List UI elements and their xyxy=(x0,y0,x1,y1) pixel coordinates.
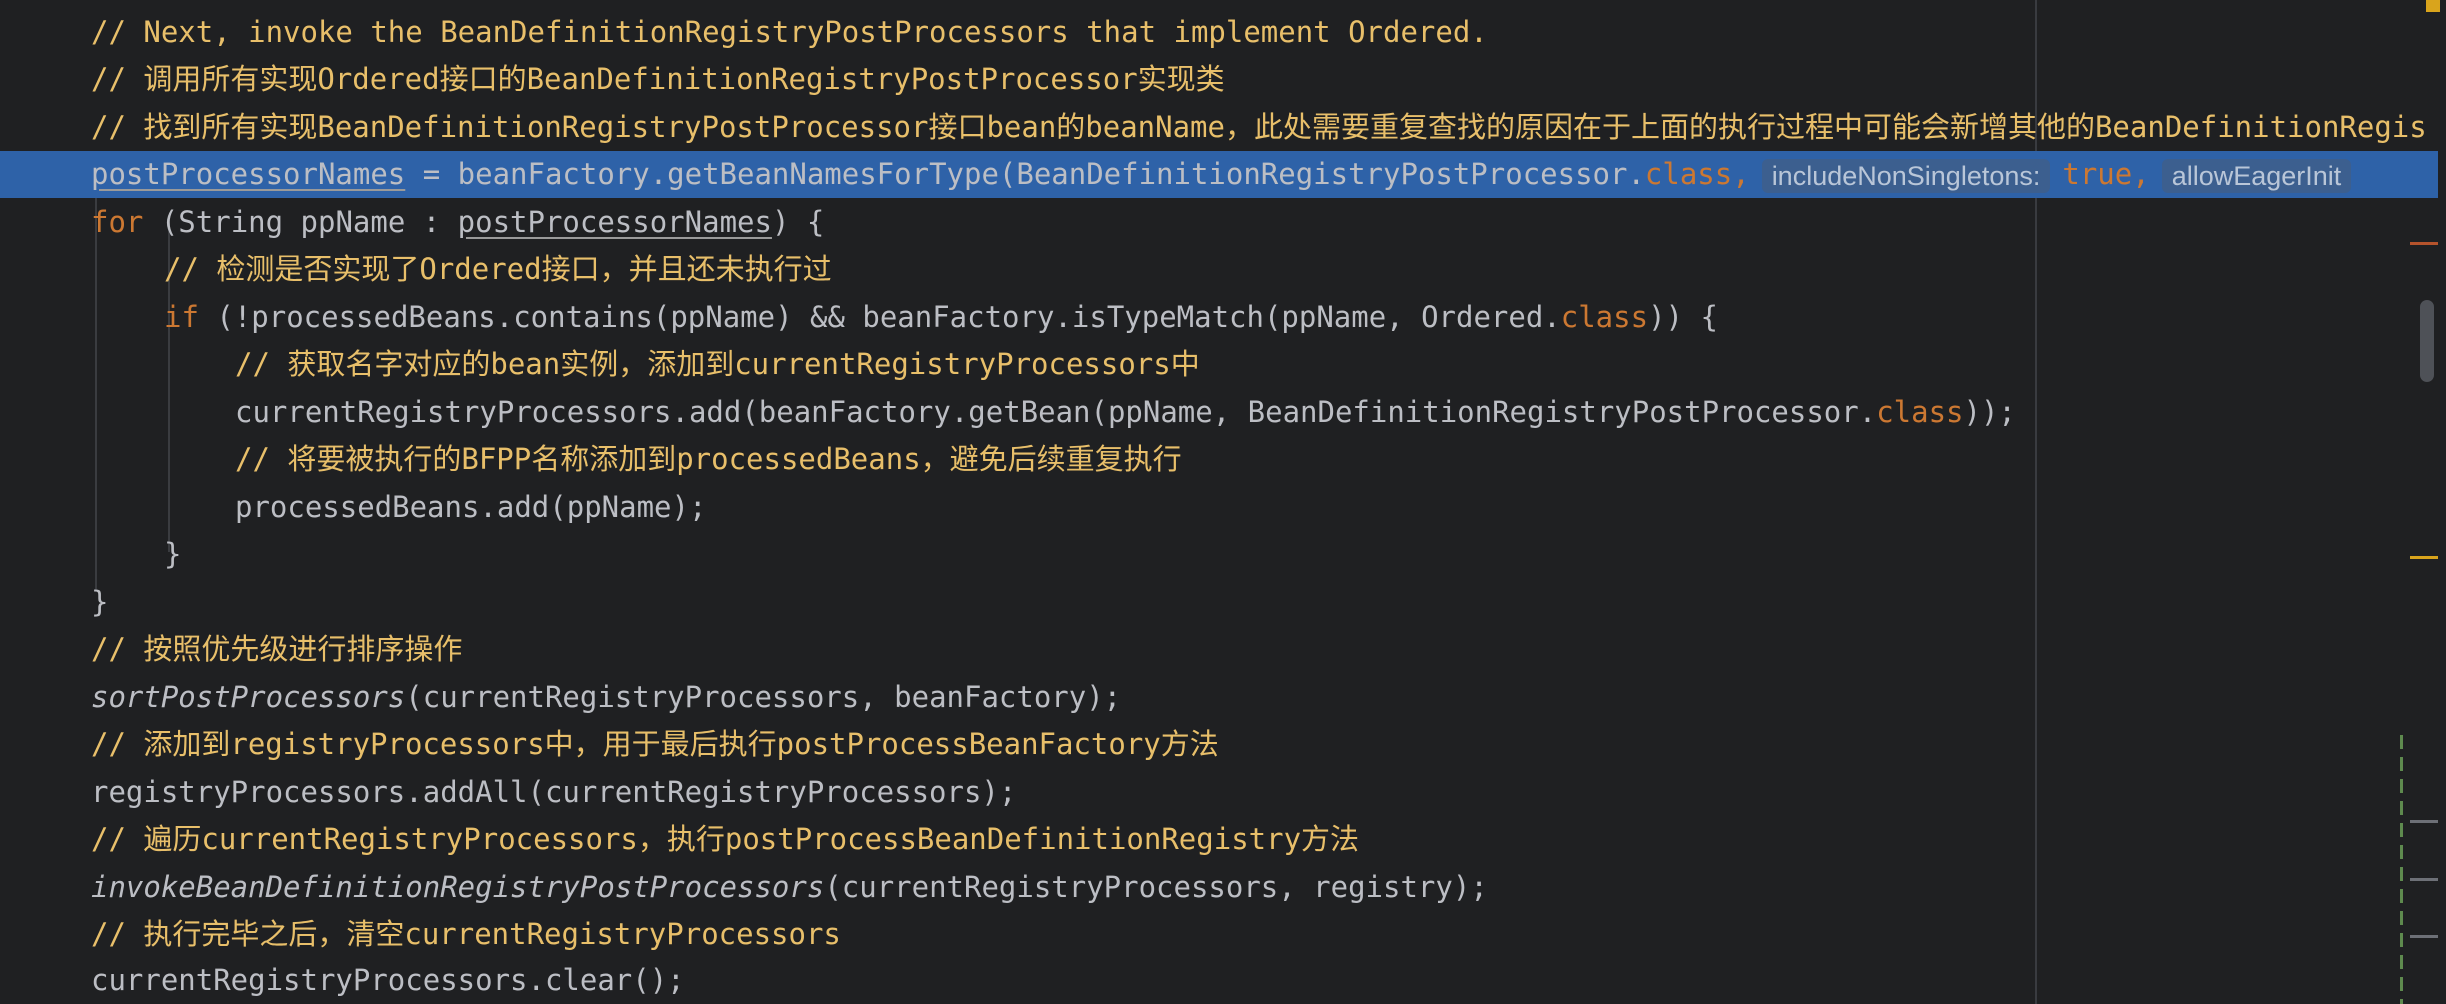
code-line[interactable]: // 获取名字对应的bean实例，添加到currentRegistryProce… xyxy=(0,341,2438,388)
code-line[interactable]: sortPostProcessors(currentRegistryProces… xyxy=(0,674,2438,721)
code-token: (String ppName : xyxy=(143,205,458,239)
code-comment: // Next, invoke the BeanDefinitionRegist… xyxy=(91,15,1488,49)
code-comment: // 检测是否实现了Ordered接口，并且还未执行过 xyxy=(164,252,832,286)
code-line[interactable]: // 调用所有实现Ordered接口的BeanDefinitionRegistr… xyxy=(0,56,2438,103)
code-line[interactable]: currentRegistryProcessors.add(beanFactor… xyxy=(0,389,2438,436)
error-stripe-marker[interactable] xyxy=(2410,935,2438,938)
error-stripe-marker[interactable] xyxy=(2410,878,2438,881)
punctuation-token: , xyxy=(2132,157,2150,191)
keyword-token: if xyxy=(164,300,199,334)
keyword-token: class xyxy=(1560,300,1649,334)
variable-token[interactable]: postProcessorNames xyxy=(91,157,405,191)
code-token: currentRegistryProcessors.add(beanFactor… xyxy=(235,395,1877,429)
error-stripe-marker[interactable] xyxy=(2410,242,2438,245)
code-token: (currentRegistryProcessors, beanFactory)… xyxy=(405,680,1122,714)
code-line[interactable]: } xyxy=(0,531,2438,578)
error-stripe-marker[interactable] xyxy=(2410,556,2438,559)
code-line[interactable]: // Next, invoke the BeanDefinitionRegist… xyxy=(0,9,2438,56)
code-comment: // 遍历currentRegistryProcessors，执行postPro… xyxy=(91,822,1360,856)
scrollbar-thumb[interactable] xyxy=(2420,300,2434,382)
code-statement: currentRegistryProcessors.clear(); xyxy=(91,963,685,997)
code-line[interactable]: currentRegistryProcessors.clear(); xyxy=(0,957,2438,1004)
change-markers xyxy=(2400,735,2403,1004)
code-line[interactable]: for (String ppName : postProcessorNames)… xyxy=(0,199,2438,246)
keyword-token: for xyxy=(91,205,144,239)
code-line[interactable]: // 遍历currentRegistryProcessors，执行postPro… xyxy=(0,816,2438,863)
error-stripe-marker[interactable] xyxy=(2410,820,2438,823)
code-line[interactable]: // 检测是否实现了Ordered接口，并且还未执行过 xyxy=(0,246,2438,293)
code-token: ) { xyxy=(771,205,825,239)
parameter-hint: includeNonSingletons: xyxy=(1761,159,2051,193)
method-call-token[interactable]: invokeBeanDefinitionRegistryPostProcesso… xyxy=(91,870,824,904)
code-comment: // 添加到registryProcessors中，用于最后执行postProc… xyxy=(91,727,1219,761)
code-token: (!processedBeans.contains(ppName) && bea… xyxy=(198,300,1561,334)
code-statement: postProcessorNames = beanFactory.getBean… xyxy=(91,151,2363,198)
code-statement: invokeBeanDefinitionRegistryPostProcesso… xyxy=(91,864,1488,911)
code-line[interactable]: // 找到所有实现BeanDefinitionRegistryPostProce… xyxy=(0,104,2438,151)
code-comment: // 调用所有实现Ordered接口的BeanDefinitionRegistr… xyxy=(91,62,1225,96)
variable-token[interactable]: postProcessorNames xyxy=(458,205,772,239)
code-token: )); xyxy=(1963,395,2016,429)
code-line[interactable]: // 将要被执行的BFPP名称添加到processedBeans，避免后续重复执… xyxy=(0,436,2438,483)
code-statement: registryProcessors.addAll(currentRegistr… xyxy=(91,775,1017,809)
current-line[interactable]: postProcessorNames = beanFactory.getBean… xyxy=(0,151,2438,198)
keyword-token: true xyxy=(2062,157,2133,191)
code-line[interactable]: invokeBeanDefinitionRegistryPostProcesso… xyxy=(0,864,2438,911)
code-line[interactable]: // 添加到registryProcessors中，用于最后执行postProc… xyxy=(0,721,2438,768)
punctuation-token: , xyxy=(1732,157,1750,191)
closing-brace: } xyxy=(91,585,109,619)
code-comment: // 获取名字对应的bean实例，添加到currentRegistryProce… xyxy=(235,347,1200,381)
code-statement: processedBeans.add(ppName); xyxy=(235,490,707,524)
code-comment: // 按照优先级进行排序操作 xyxy=(91,632,463,666)
vertical-scrollbar[interactable] xyxy=(2418,0,2446,1004)
closing-brace: } xyxy=(164,537,182,571)
code-token: )) { xyxy=(1648,300,1718,334)
code-token: = beanFactory.getBeanNamesForType(BeanDe… xyxy=(405,157,1645,191)
code-token: (currentRegistryProcessors, registry); xyxy=(824,870,1488,904)
code-line[interactable]: if (!processedBeans.contains(ppName) && … xyxy=(0,294,2438,341)
warning-marker-icon[interactable] xyxy=(2426,0,2440,12)
code-comment: // 找到所有实现BeanDefinitionRegistryPostProce… xyxy=(91,110,2427,144)
method-call-token[interactable]: sortPostProcessors xyxy=(91,680,405,714)
code-line[interactable]: processedBeans.add(ppName); xyxy=(0,484,2438,531)
code-line[interactable]: registryProcessors.addAll(currentRegistr… xyxy=(0,769,2438,816)
keyword-token: class xyxy=(1876,395,1964,429)
code-editor[interactable]: // Next, invoke the BeanDefinitionRegist… xyxy=(0,0,2446,1004)
code-statement: sortPostProcessors(currentRegistryProces… xyxy=(91,674,1121,721)
code-comment: // 将要被执行的BFPP名称添加到processedBeans，避免后续重复执… xyxy=(235,442,1182,476)
code-statement: currentRegistryProcessors.add(beanFactor… xyxy=(235,389,2016,436)
code-statement: if (!processedBeans.contains(ppName) && … xyxy=(164,294,1718,341)
parameter-hint: allowEagerInit xyxy=(2161,159,2352,193)
code-statement: for (String ppName : postProcessorNames)… xyxy=(91,199,824,246)
code-line[interactable]: } xyxy=(0,579,2438,626)
keyword-token: class xyxy=(1644,157,1733,191)
code-line[interactable]: // 按照优先级进行排序操作 xyxy=(0,626,2438,673)
code-comment: // 执行完毕之后，清空currentRegistryProcessors xyxy=(91,917,841,951)
code-line[interactable]: // 执行完毕之后，清空currentRegistryProcessors xyxy=(0,911,2438,958)
